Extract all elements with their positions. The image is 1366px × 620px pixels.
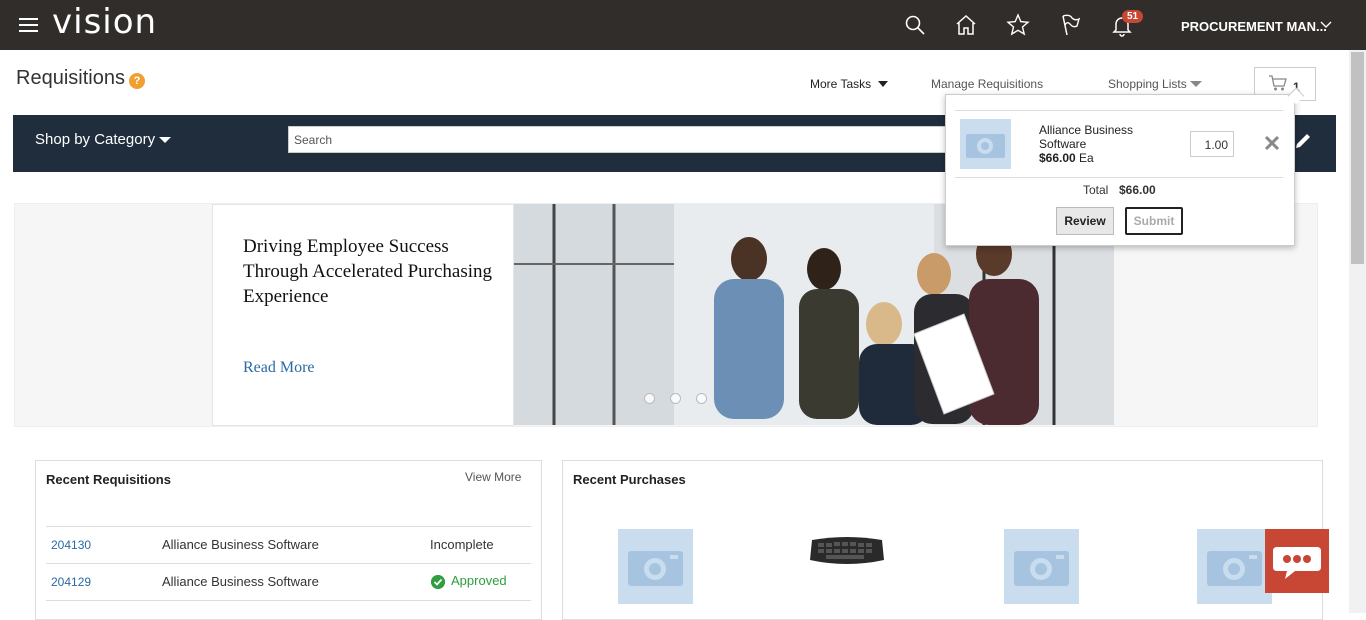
recent-requisitions-title: Recent Requisitions [46, 472, 171, 487]
cart-item-amount: $66.00 [1039, 151, 1076, 165]
chevron-down-icon[interactable] [1320, 21, 1332, 29]
cart-item-name[interactable]: Alliance Business Software [1039, 123, 1149, 151]
more-tasks-label: More Tasks [810, 77, 872, 91]
requisition-id-link[interactable]: 204130 [51, 538, 91, 552]
total-value: $66.00 [1119, 183, 1156, 197]
requisition-id-link[interactable]: 204129 [51, 575, 91, 589]
carousel-dot[interactable] [644, 393, 655, 404]
quantity-input[interactable]: 1.00 [1190, 131, 1234, 157]
table-divider [46, 526, 531, 527]
carousel-dot[interactable] [670, 393, 681, 404]
more-tasks-menu[interactable]: More Tasks [810, 77, 889, 91]
approved-check-icon [431, 575, 445, 589]
menu-icon[interactable] [19, 18, 38, 32]
table-divider [46, 563, 531, 564]
requisition-status: Incomplete [430, 537, 494, 552]
camera-icon [1014, 551, 1069, 586]
keyboard-product-image[interactable] [808, 534, 886, 568]
requisition-description: Alliance Business Software [162, 537, 319, 552]
notification-badge: 51 [1122, 10, 1144, 23]
product-image-placeholder[interactable] [1004, 529, 1079, 604]
global-header [0, 0, 1366, 50]
edit-icon[interactable] [1293, 131, 1313, 151]
shop-by-category-menu[interactable]: Shop by Category [35, 131, 172, 148]
requisition-status: Approved [451, 573, 507, 588]
cart-popup [945, 94, 1295, 246]
scrollbar-thumb[interactable] [1351, 52, 1364, 264]
shop-by-category-label: Shop by Category [35, 131, 156, 148]
page-title: Requisitions [16, 67, 125, 89]
review-button[interactable]: Review [1056, 207, 1114, 235]
camera-icon [966, 134, 1005, 158]
cart-item-uom: Ea [1079, 151, 1094, 165]
cart-item-image [960, 119, 1011, 169]
cart-item-price: $66.00 Ea [1039, 151, 1094, 165]
page-scrollbar[interactable] [1349, 50, 1366, 613]
product-image-placeholder[interactable] [618, 529, 693, 604]
total-label: Total [1083, 183, 1109, 197]
user-menu[interactable]: PROCUREMENT MAN... [1181, 19, 1327, 34]
search-icon[interactable] [903, 13, 927, 37]
shopping-lists-label: Shopping Lists [1108, 77, 1187, 91]
carousel-dot[interactable] [696, 393, 707, 404]
camera-icon [628, 551, 683, 586]
chat-bubble-icon [1273, 547, 1321, 579]
manage-requisitions-link[interactable]: Manage Requisitions [931, 77, 1043, 91]
star-icon[interactable] [1006, 13, 1030, 37]
table-divider [46, 600, 531, 601]
popup-divider [955, 177, 1283, 178]
read-more-link[interactable]: Read More [243, 359, 315, 377]
cart-icon [1269, 75, 1287, 91]
shopping-lists-menu[interactable]: Shopping Lists [1108, 77, 1203, 91]
camera-icon [1207, 551, 1262, 586]
popup-divider [955, 110, 1283, 111]
chat-button[interactable] [1265, 529, 1329, 593]
requisition-description: Alliance Business Software [162, 574, 319, 589]
hero-title: Driving Employee Success Through Acceler… [243, 236, 493, 307]
remove-item-icon[interactable] [1263, 134, 1281, 152]
caret-down-icon [878, 81, 889, 87]
submit-button[interactable]: Submit [1125, 207, 1183, 235]
help-icon[interactable]: ? [129, 73, 145, 89]
search-input[interactable]: Search [288, 126, 968, 153]
caret-down-icon [1190, 81, 1203, 87]
recent-purchases-title: Recent Purchases [573, 472, 686, 487]
flag-icon[interactable] [1058, 13, 1082, 37]
product-image-placeholder[interactable] [1197, 529, 1272, 604]
view-more-link[interactable]: View More [465, 470, 521, 484]
caret-down-icon [159, 137, 172, 143]
home-icon[interactable] [954, 13, 978, 37]
brand-logo[interactable]: vision [52, 2, 157, 42]
